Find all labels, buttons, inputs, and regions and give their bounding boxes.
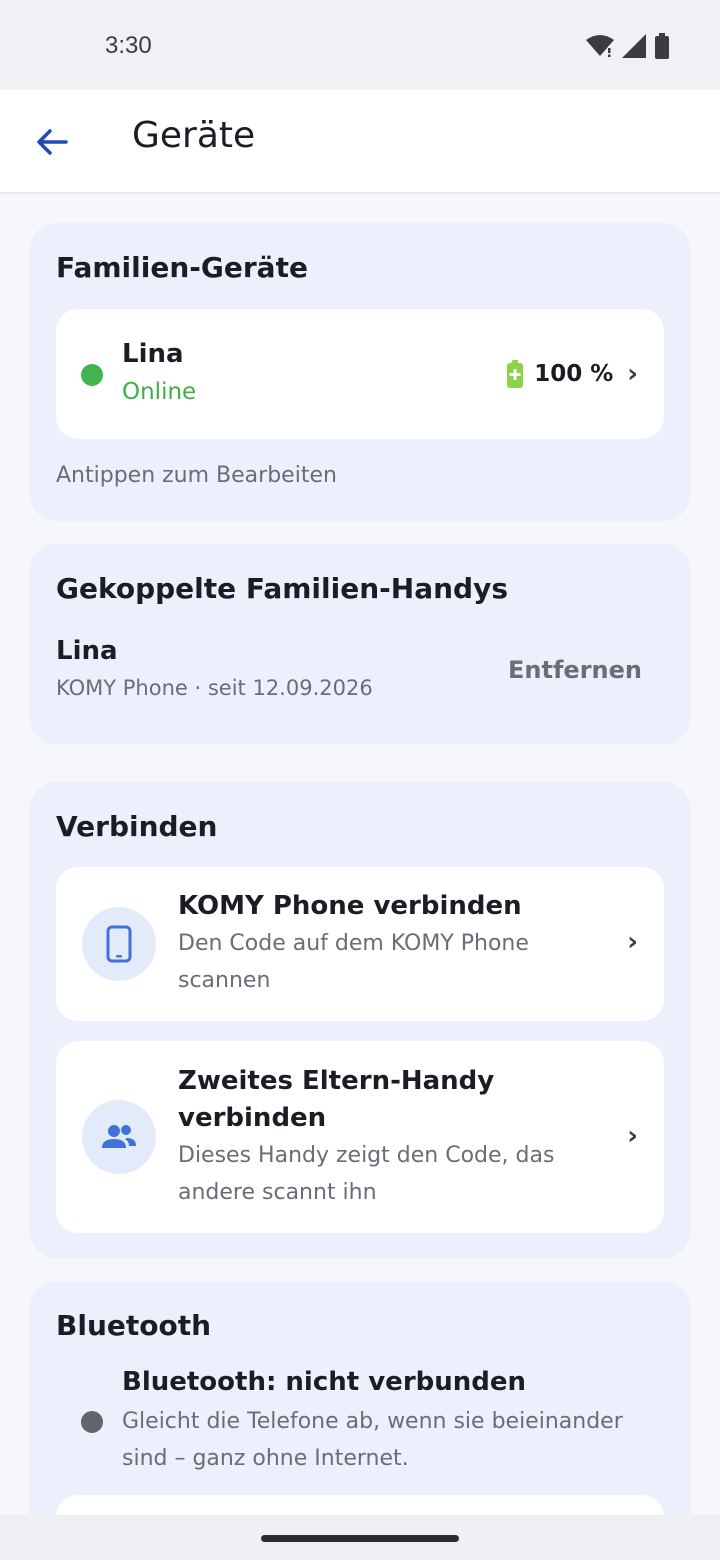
bluetooth-title: Bluetooth [56, 1309, 212, 1342]
device-name: Lina [122, 339, 184, 369]
device-status: Online [122, 379, 197, 405]
people-icon-badge [82, 1100, 156, 1174]
battery-status-icon [655, 33, 669, 59]
page-title: Geräte [132, 115, 256, 156]
bluetooth-status: Bluetooth: nicht verbunden [122, 1367, 527, 1397]
option-title: Zweites Eltern-Handy verbinden [178, 1066, 495, 1133]
paired-phones-title: Gekoppelte Familien-Handys [56, 572, 508, 605]
app-bar: Geräte [0, 90, 720, 194]
status-icons [586, 33, 670, 59]
option-subtitle: Den Code auf dem KOMY Phone scannen [178, 931, 529, 993]
people-icon [102, 1125, 136, 1148]
battery-icon [507, 360, 524, 388]
edit-hint: Antippen zum Bearbeiten [56, 463, 337, 488]
chevron-right-icon: › [627, 1121, 638, 1151]
battery-level: 100 % [534, 361, 614, 387]
family-devices-card: Familien-Geräte Lina Online 100 % › Anti… [30, 223, 690, 521]
family-devices-title: Familien-Geräte [56, 251, 308, 284]
wifi-icon [586, 35, 614, 57]
system-navigation-bar [0, 1515, 720, 1560]
battery-group: 100 % › [506, 359, 638, 389]
connect-komy-phone-option[interactable]: KOMY Phone verbinden Den Code auf dem KO… [56, 867, 664, 1021]
online-indicator [81, 364, 103, 386]
paired-device-detail: KOMY Phone · seit 12.09.2026 [56, 676, 373, 700]
bluetooth-status-indicator [81, 1411, 103, 1433]
option-title: KOMY Phone verbinden [178, 891, 522, 921]
home-indicator[interactable] [261, 1535, 459, 1542]
remove-button[interactable]: Entfernen [508, 656, 642, 684]
status-time: 3:30 [105, 32, 152, 59]
phone-icon-badge [82, 907, 156, 981]
option-subtitle: Dieses Handy zeigt den Code, das andere … [178, 1143, 555, 1205]
connect-second-parent-option[interactable]: Zweites Eltern-Handy verbinden Dieses Ha… [56, 1041, 664, 1233]
connect-title: Verbinden [56, 810, 218, 843]
device-row[interactable]: Lina Online 100 % › [56, 309, 664, 439]
back-arrow-icon[interactable] [30, 122, 74, 162]
connect-card: Verbinden KOMY Phone verbinden Den Code … [30, 782, 690, 1258]
paired-phones-card: Gekoppelte Familien-Handys Lina KOMY Pho… [30, 544, 690, 744]
bluetooth-description: Gleicht die Telefone ab, wenn sie beiein… [122, 1409, 623, 1471]
paired-device-name: Lina [56, 636, 118, 666]
chevron-right-icon: › [627, 359, 638, 389]
chevron-right-icon: › [627, 927, 638, 957]
status-bar: 3:30 [0, 0, 720, 90]
phone-icon [106, 925, 132, 963]
signal-icon [622, 34, 646, 58]
